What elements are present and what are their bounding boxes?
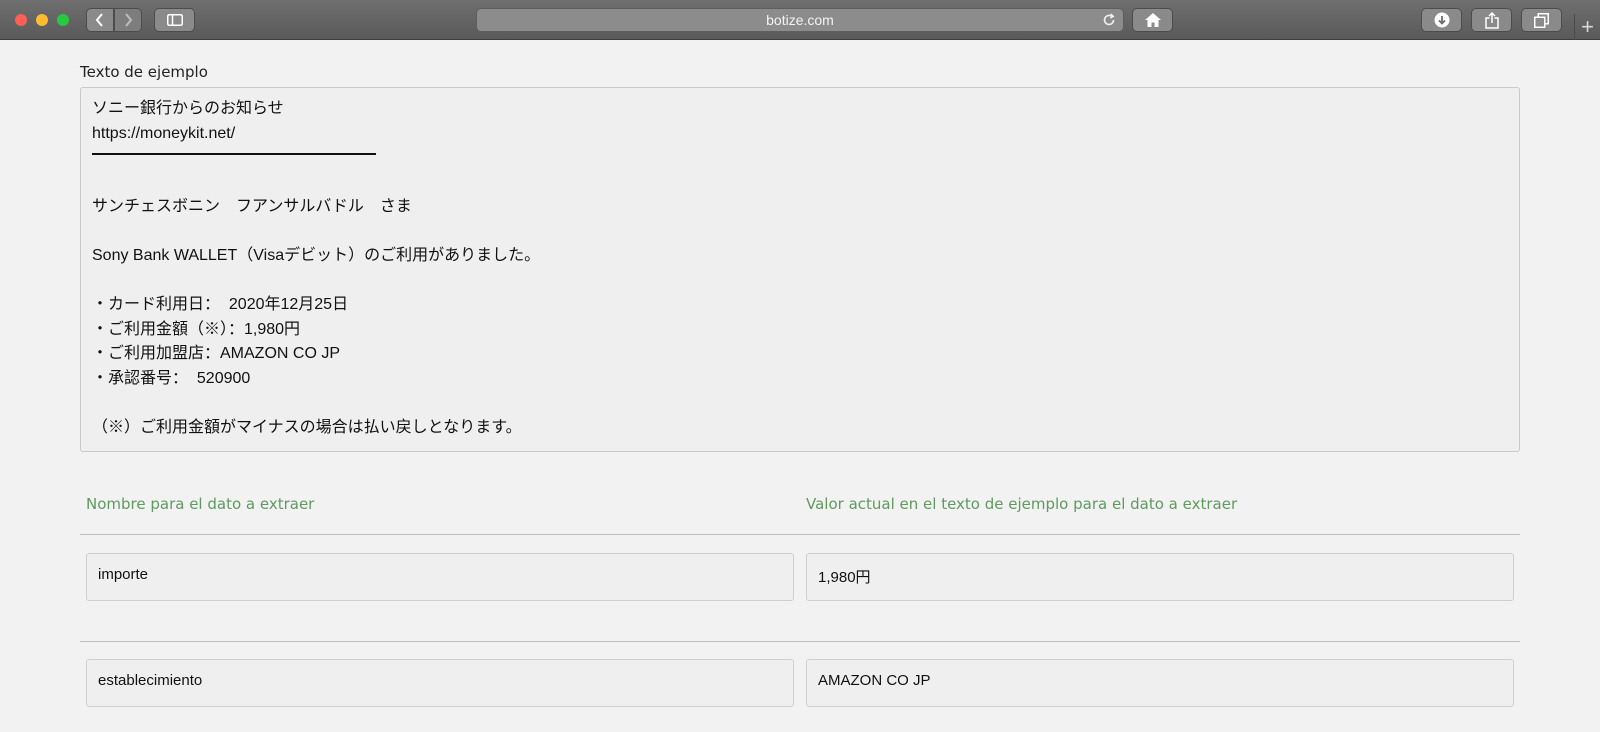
field-value-input[interactable]: 1,980円	[806, 553, 1514, 601]
sample-text-area[interactable]: ソニー銀行からのお知らせ https://moneykit.net/ サンチェス…	[80, 87, 1520, 452]
minimize-window-button[interactable]	[36, 14, 48, 26]
sample-line: ・カード利用日： 2020年12月25日	[92, 296, 349, 313]
field-name-input[interactable]: establecimiento	[86, 659, 794, 707]
column-header-name: Nombre para el dato a extraer	[86, 495, 315, 513]
new-tab-icon: +	[1581, 14, 1594, 39]
field-name-input[interactable]: importe	[86, 553, 794, 601]
home-button[interactable]	[1132, 8, 1173, 32]
new-tab-button[interactable]: +	[1574, 14, 1600, 40]
zoom-window-button[interactable]	[57, 14, 69, 26]
sample-line	[92, 391, 1508, 416]
sidebar-button[interactable]	[154, 8, 195, 32]
sample-line: ・承認番号： 520900	[92, 369, 251, 387]
sample-separator-line	[92, 146, 1508, 171]
column-header-value: Valor actual en el texto de ejemplo para…	[806, 495, 1238, 513]
forward-button[interactable]	[114, 8, 142, 32]
forward-icon	[125, 13, 133, 27]
sample-line: ・ご利用加盟店：AMAZON CO JP	[92, 345, 341, 362]
sample-line: ・ご利用金額（※）：1,980円	[92, 320, 301, 338]
home-icon	[1144, 13, 1161, 27]
reload-icon[interactable]	[1102, 13, 1116, 27]
show-tabs-button[interactable]	[1521, 8, 1562, 32]
url-text: botize.com	[766, 12, 834, 28]
sample-text-label: Texto de ejemplo	[80, 63, 208, 81]
sample-line: https://moneykit.net/	[92, 124, 236, 142]
sample-line	[92, 220, 1508, 245]
sample-line	[92, 269, 1508, 294]
download-button[interactable]	[1421, 8, 1462, 32]
sample-line: ソニー銀行からのお知らせ	[92, 100, 284, 117]
close-window-button[interactable]	[15, 14, 27, 26]
sample-line: Sony Bank WALLET（Visaデビット）のご利用がありました。	[92, 247, 541, 264]
field-value-input[interactable]: AMAZON CO JP	[806, 659, 1514, 707]
sample-line: サンチェスボニン フアンサルバドル さま	[92, 198, 412, 215]
row-divider	[80, 534, 1520, 535]
browser-toolbar: botize.com +	[0, 0, 1600, 40]
sample-line	[92, 171, 1508, 196]
row-divider	[80, 641, 1520, 642]
tabs-icon	[1534, 12, 1549, 28]
back-icon	[95, 13, 103, 27]
sidebar-icon	[166, 14, 183, 26]
sample-line: （※）ご利用金額がマイナスの場合は払い戻しとなります。	[92, 418, 522, 436]
address-bar[interactable]: botize.com	[476, 8, 1124, 32]
download-icon	[1434, 12, 1449, 28]
share-icon	[1484, 11, 1499, 29]
back-button[interactable]	[86, 8, 114, 32]
share-button[interactable]	[1471, 8, 1512, 32]
